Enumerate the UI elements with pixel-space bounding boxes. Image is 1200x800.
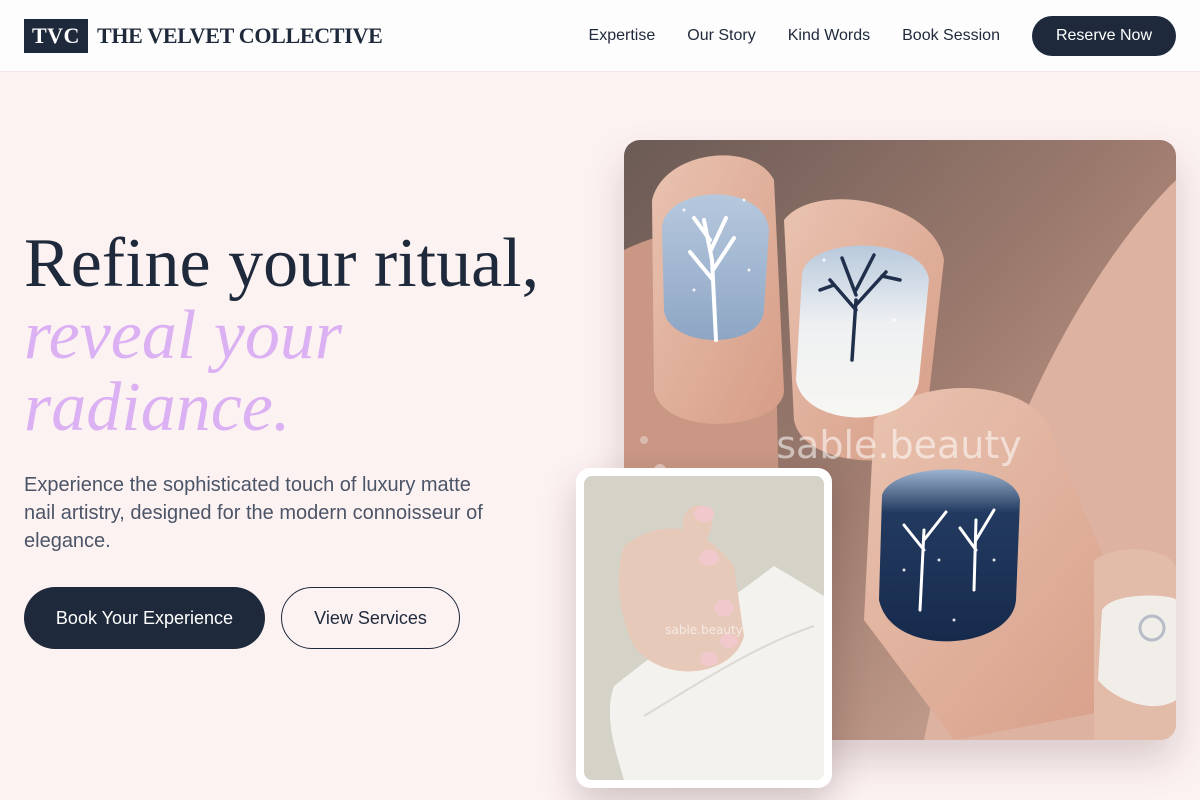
reserve-now-button[interactable]: Reserve Now <box>1031 15 1176 56</box>
inset-hand-image: sable.beauty <box>584 476 824 780</box>
book-experience-button[interactable]: Book Your Experience <box>24 587 265 649</box>
inset-image-watermark: sable.beauty <box>665 623 743 637</box>
hero-title-main: Refine your ritual, <box>24 225 540 302</box>
hero-subtitle: Experience the sophisticated touch of lu… <box>24 474 483 552</box>
site-header: TVC THE VELVET COLLECTIVE Expertise Our … <box>0 0 1200 72</box>
nav-link-book-session[interactable]: Book Session <box>902 27 1000 45</box>
logo-mark: TVC <box>24 18 88 53</box>
view-services-button[interactable]: View Services <box>281 587 460 649</box>
brand[interactable]: TVC THE VELVET COLLECTIVE <box>24 18 383 53</box>
nav-link-expertise[interactable]: Expertise <box>589 27 656 45</box>
main-image-watermark: sable.beauty <box>776 423 1021 467</box>
nav-link-kind-words[interactable]: Kind Words <box>788 27 870 45</box>
hero-title-accent: reveal your radiance. <box>24 297 343 446</box>
pink-nails-photo: sable.beauty <box>584 476 824 780</box>
inset-image-card: sable.beauty <box>576 468 832 788</box>
brand-name: THE VELVET COLLECTIVE <box>96 22 383 48</box>
nav-link-our-story[interactable]: Our Story <box>687 27 755 45</box>
main-nav: Expertise Our Story Kind Words Book Sess… <box>589 15 1176 56</box>
hero-title: Refine your ritual, reveal your radiance… <box>24 228 584 444</box>
